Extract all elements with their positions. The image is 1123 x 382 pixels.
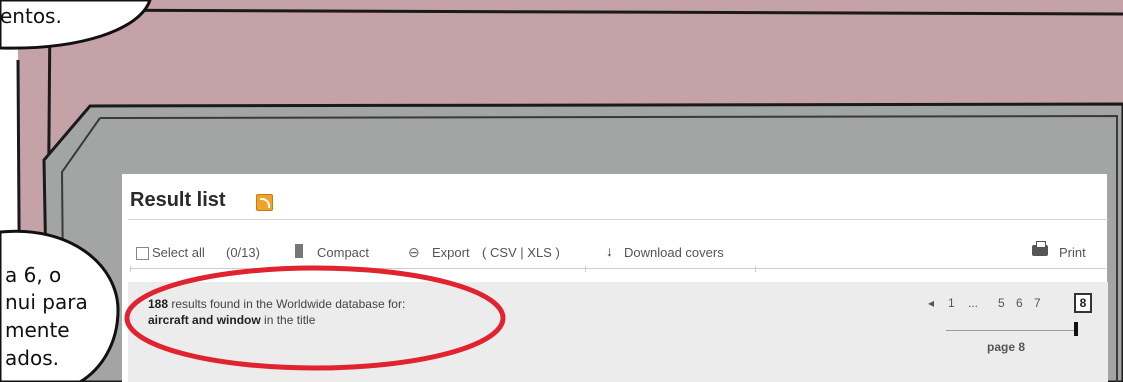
current-page: 8 bbox=[1074, 293, 1092, 313]
select-all-label[interactable]: Select all bbox=[152, 245, 205, 260]
export-icon: ⊖ bbox=[408, 244, 420, 260]
title-divider bbox=[128, 219, 1108, 220]
select-count: (0/13) bbox=[226, 245, 260, 260]
download-covers-button[interactable]: Download covers bbox=[624, 245, 724, 260]
toolbar-tick bbox=[755, 266, 756, 272]
export-formats[interactable]: ( CSV | XLS ) bbox=[482, 245, 560, 260]
print-button[interactable]: Print bbox=[1059, 245, 1086, 260]
search-query: aircraft and window bbox=[148, 313, 261, 327]
results-summary: 188 results found in the Worldwide datab… bbox=[148, 296, 405, 328]
rss-icon[interactable] bbox=[256, 194, 273, 211]
side-bubble-line-1: a 6, o bbox=[5, 263, 62, 287]
result-toolbar: Select all (0/13) Compact ⊖ Export ( CSV… bbox=[122, 241, 1107, 266]
result-list-title: Result list bbox=[130, 189, 226, 211]
select-all-checkbox[interactable] bbox=[136, 247, 149, 260]
compact-icon bbox=[295, 244, 303, 258]
prev-page-arrow-icon[interactable]: ◂ bbox=[928, 296, 934, 310]
page-link-5[interactable]: 5 bbox=[998, 296, 1005, 310]
page-slider-handle[interactable] bbox=[1074, 322, 1078, 336]
toolbar-tick bbox=[585, 266, 586, 272]
page-link-7[interactable]: 7 bbox=[1034, 296, 1041, 310]
page-link-6[interactable]: 6 bbox=[1016, 296, 1023, 310]
side-bubble-line-3: mente bbox=[5, 318, 70, 342]
page-indicator: page 8 bbox=[987, 340, 1026, 354]
results-text-middle: results found in the Worldwide database … bbox=[171, 297, 406, 311]
toolbar-tick bbox=[130, 266, 131, 272]
page-slider-track[interactable] bbox=[946, 330, 1074, 331]
export-button[interactable]: Export bbox=[432, 245, 470, 260]
result-list-panel: Result list Select all (0/13) Compact ⊖ … bbox=[122, 174, 1108, 382]
page-link-first[interactable]: 1 bbox=[948, 296, 955, 310]
top-bubble-text: entos. bbox=[0, 4, 62, 28]
pagination-ellipsis: ... bbox=[968, 296, 979, 310]
side-bubble-line-2: nui para bbox=[5, 290, 88, 314]
compact-button[interactable]: Compact bbox=[317, 245, 369, 260]
results-summary-bar: 188 results found in the Worldwide datab… bbox=[128, 282, 1108, 382]
result-count: 188 bbox=[148, 297, 169, 311]
printer-icon[interactable] bbox=[1032, 241, 1048, 256]
side-bubble-line-4: ados. bbox=[5, 346, 59, 366]
results-text-end: in the title bbox=[264, 313, 316, 327]
download-arrow-icon: ↓ bbox=[606, 243, 613, 259]
toolbar-divider bbox=[130, 268, 1106, 269]
